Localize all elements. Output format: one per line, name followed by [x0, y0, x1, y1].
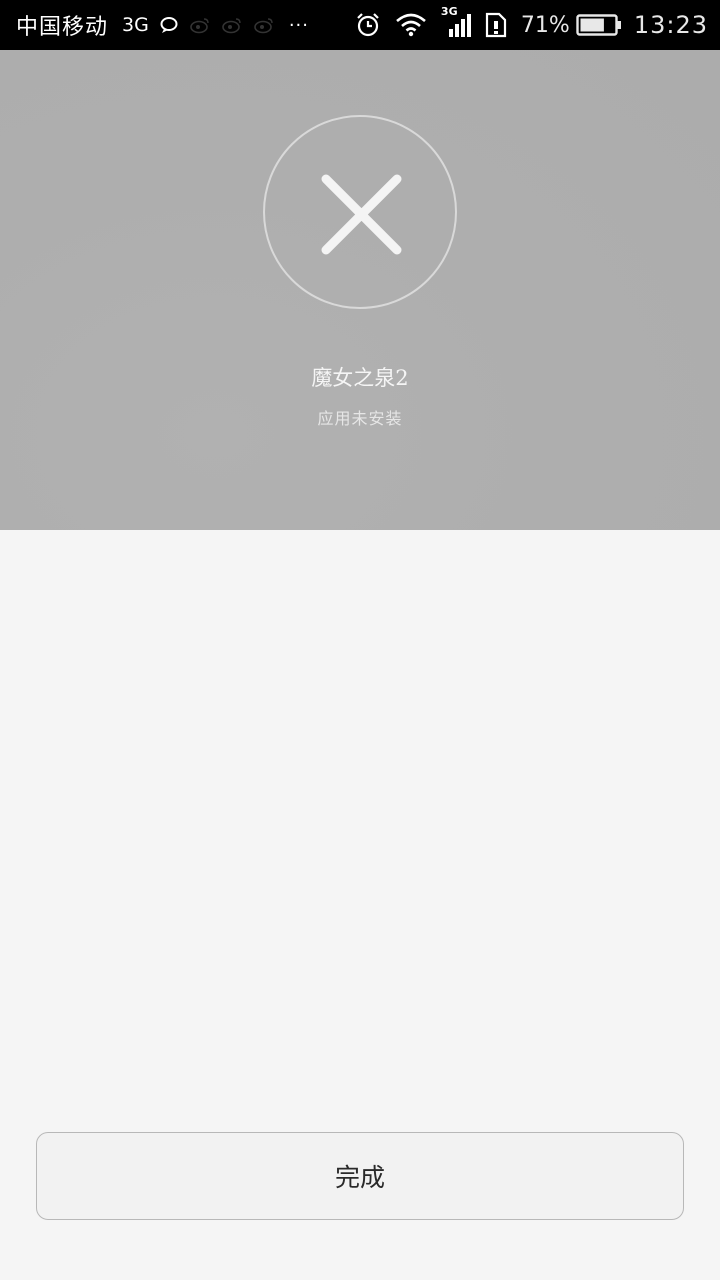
cellular-signal-icon: 3G: [441, 5, 471, 39]
app-name: 魔女之泉2: [311, 366, 409, 390]
carrier-name: 中国移动: [16, 15, 109, 40]
weibo-icon: [253, 16, 275, 34]
done-button[interactable]: 完成: [36, 1132, 684, 1220]
weibo-icon: [189, 16, 211, 34]
battery-icon: [576, 13, 622, 37]
close-icon: [321, 174, 402, 255]
status-bar-left: 中国移动 3G ···: [16, 0, 309, 50]
battery-percent: 71%: [520, 12, 570, 38]
clock-time: 13:23: [633, 11, 708, 39]
result-icon-circle: [263, 115, 457, 309]
status-bar: 中国移动 3G ··· 3G 71% 13:23: [0, 0, 720, 50]
network-type: 3G: [122, 14, 149, 36]
wifi-icon: [395, 13, 427, 37]
alarm-clock-icon: [355, 12, 381, 38]
weibo-icon: [221, 16, 243, 34]
install-result-header: 魔女之泉2 应用未安装: [0, 50, 720, 530]
signal-network-label: 3G: [440, 5, 458, 18]
sim-alert-icon: [485, 12, 507, 38]
status-bar-right: 3G 71% 13:23: [341, 0, 708, 50]
install-status-text: 应用未安装: [317, 409, 403, 428]
chat-bubble-icon: [159, 15, 179, 35]
more-notifications-icon: ···: [288, 14, 309, 36]
